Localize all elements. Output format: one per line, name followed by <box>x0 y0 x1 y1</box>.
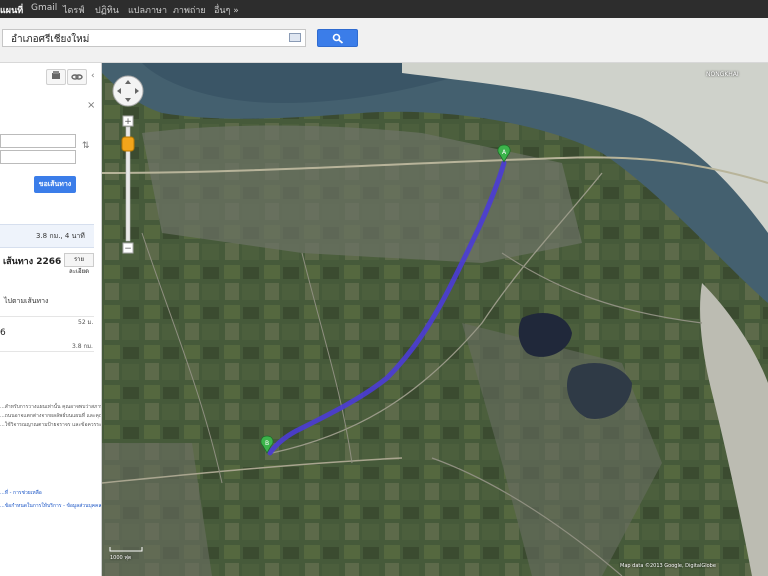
search-icon <box>332 33 344 44</box>
pan-control[interactable] <box>112 75 144 107</box>
directions-panel: ‹ × ⇅ ขอเส้นทาง 3.8 กม., 4 นาที เส้นทาง … <box>0 63 102 576</box>
step-number: 6 <box>0 328 6 338</box>
scale-label: 1000 ฟุต <box>110 555 132 561</box>
route-distance-time: 3.8 กม., 4 นาที <box>36 232 85 240</box>
link-button[interactable] <box>67 69 87 85</box>
disclaimer-line-3: ...ใช้วิจารณญาณตามป้ายจราจร และข้อควรระว… <box>0 422 102 428</box>
nav-photos[interactable]: ภาพถ่าย <box>173 3 206 17</box>
route-summary[interactable]: 3.8 กม., 4 นาที <box>0 224 94 248</box>
satellite-imagery: A B + − <box>102 63 768 576</box>
map-attribution: Map data ©2013 Google, DigitalGlobe <box>620 563 716 569</box>
keyboard-icon[interactable] <box>289 33 301 42</box>
search-header: อำเภอศรีเชียงใหม่ <box>0 18 768 63</box>
close-icon[interactable]: × <box>87 100 95 111</box>
nav-drive[interactable]: ไดรฟ์ <box>63 3 85 17</box>
disclaimer-line-2: ...ถนนอาจแตกต่างจากผลลัพธ์บนแผนที่ และคุ… <box>0 413 102 419</box>
svg-text:B: B <box>265 440 269 447</box>
collapse-panel-icon[interactable]: ‹ <box>91 71 95 81</box>
step-distance-1: 52 ม. <box>78 319 94 326</box>
nav-translate[interactable]: แปลภาษา <box>128 3 167 17</box>
terms-link[interactable]: ...ข้อกำหนดในการให้บริการ - ข้อมูลส่วนบุ… <box>0 502 101 510</box>
nav-more[interactable]: อื่นๆ » <box>214 3 239 17</box>
nav-calendar[interactable]: ปฏิทิน <box>95 3 119 17</box>
search-query: อำเภอศรีเชียงใหม่ <box>11 34 90 45</box>
destination-field[interactable] <box>0 150 76 164</box>
help-link[interactable]: ...ที่ - การช่วยเหลือ <box>0 489 42 497</box>
print-icon <box>52 71 60 79</box>
route-title: เส้นทาง 2266 <box>3 257 62 267</box>
nav-maps[interactable]: แผนที่ <box>0 3 23 17</box>
nav-gmail[interactable]: Gmail <box>31 3 57 13</box>
link-icon <box>71 74 83 80</box>
swap-icon[interactable]: ⇅ <box>82 141 90 151</box>
step-distance-2: 3.8 กม. <box>72 343 93 350</box>
route-details-button[interactable]: รายละเอียด <box>64 253 94 275</box>
city-label: NONGKHAI <box>706 71 739 78</box>
svg-text:−: − <box>124 244 132 254</box>
divider <box>0 316 94 317</box>
get-directions-button[interactable]: ขอเส้นทาง <box>34 176 76 193</box>
svg-text:+: + <box>124 117 132 127</box>
divider <box>0 351 94 352</box>
route-step: ไปตามเส้นทาง <box>4 297 49 305</box>
search-input[interactable]: อำเภอศรีเชียงใหม่ <box>2 29 306 47</box>
disclaimer-line-1: ...สำหรับการวางแผนเท่านั้น คุณอาจพบว่าสภ… <box>0 404 101 410</box>
print-button[interactable] <box>46 69 66 85</box>
map-canvas[interactable]: A B + − NONGKHAI Map data ©2013 Google, … <box>102 63 768 576</box>
origin-field[interactable] <box>0 134 76 148</box>
top-navigation-bar: แผนที่ Gmail ไดรฟ์ ปฏิทิน แปลภาษา ภาพถ่า… <box>0 0 768 18</box>
search-button[interactable] <box>317 29 358 47</box>
